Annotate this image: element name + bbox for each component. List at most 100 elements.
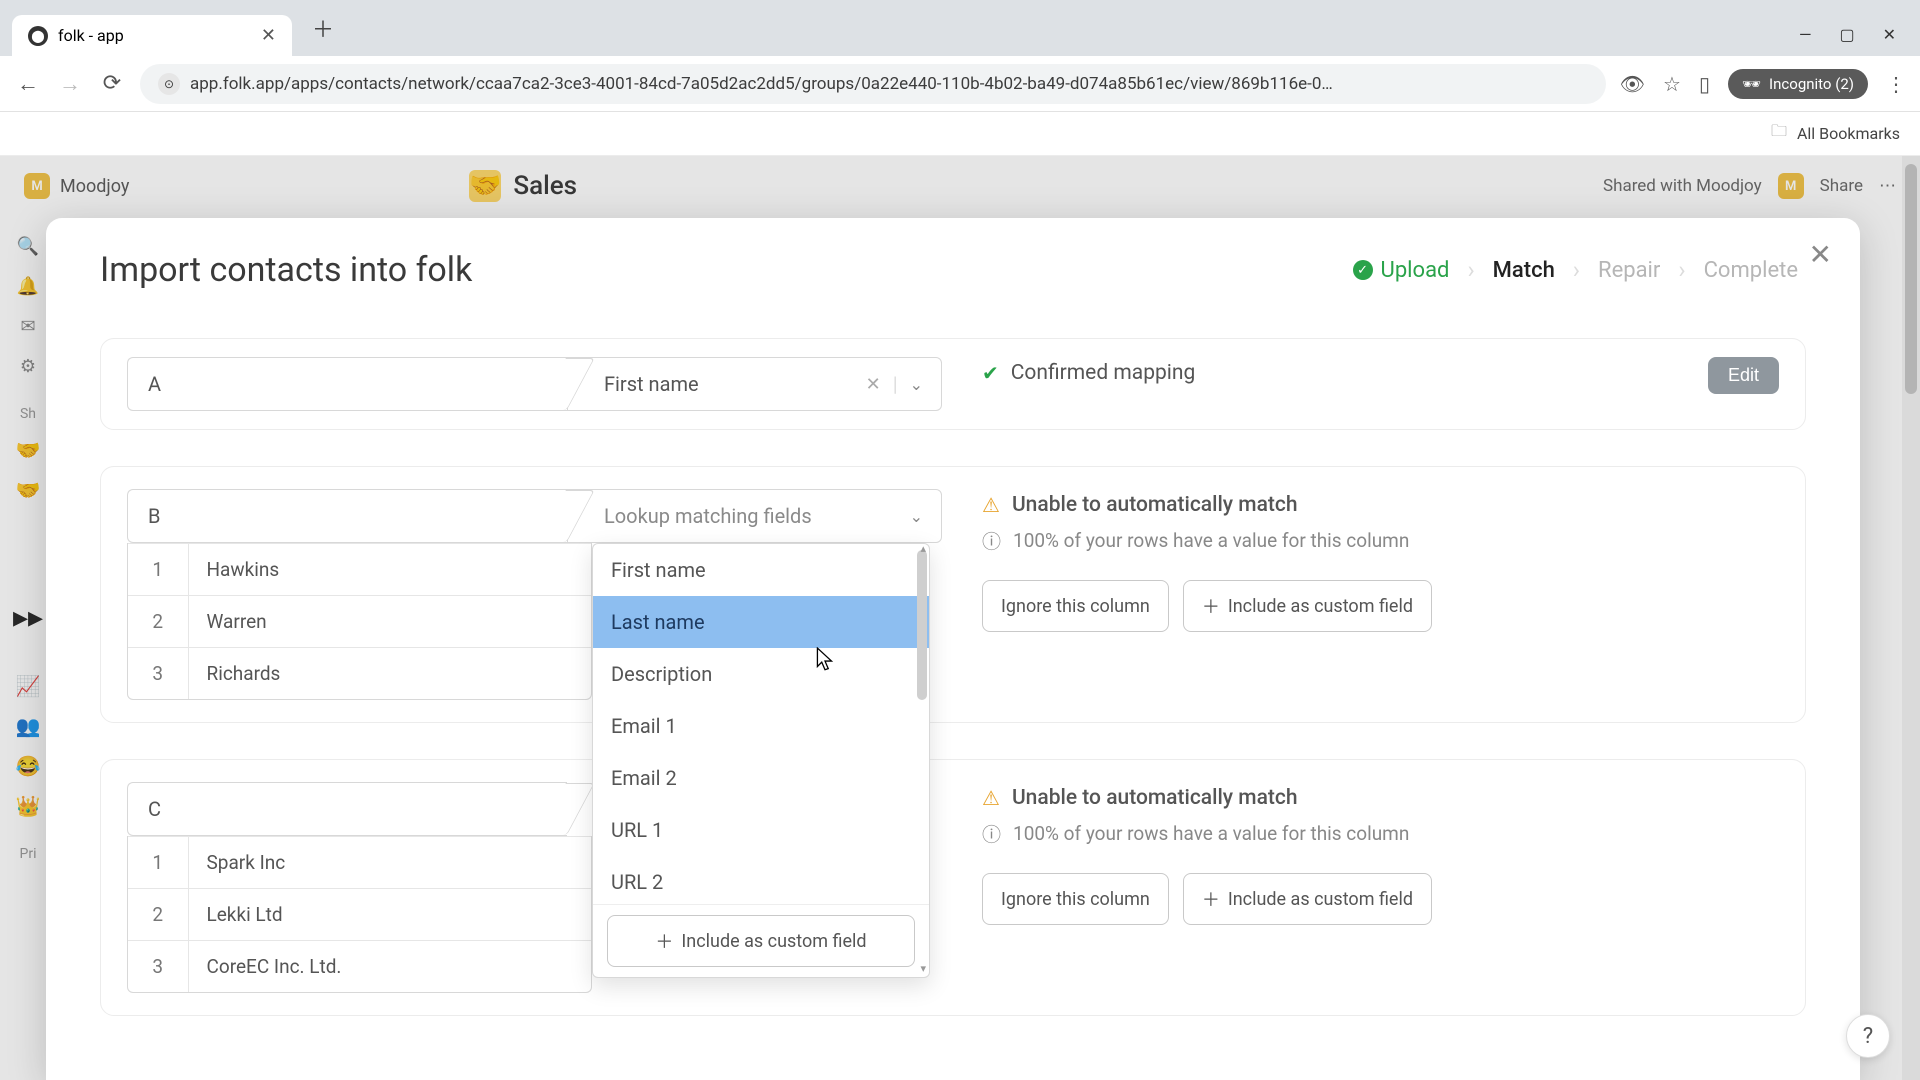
back-button[interactable]: ← bbox=[14, 70, 42, 98]
reader-icon[interactable]: ▯ bbox=[1699, 72, 1710, 96]
close-tab-icon[interactable]: ✕ bbox=[261, 25, 276, 46]
hide-extension-icon[interactable]: 👁 bbox=[1620, 72, 1645, 96]
import-modal: ✕ Import contacts into folk ✓ Upload › M… bbox=[46, 218, 1860, 1080]
incognito-icon: 🕶 bbox=[1742, 75, 1761, 93]
check-circle-icon: ✔ bbox=[982, 361, 999, 385]
maximize-icon[interactable]: ▢ bbox=[1839, 25, 1854, 44]
step-repair: Repair bbox=[1590, 254, 1668, 287]
window-controls: — ▢ ✕ bbox=[1799, 25, 1908, 56]
row-number: 3 bbox=[128, 941, 188, 993]
column-letter-C: C bbox=[127, 782, 567, 836]
tab-title: folk - app bbox=[58, 26, 124, 45]
include-custom-label-C: Include as custom field bbox=[1228, 889, 1413, 910]
browser-toolbar: ← → ⟳ ⊙ app.folk.app/apps/contacts/netwo… bbox=[0, 56, 1920, 112]
unable-match-warning-C: ⚠ Unable to automatically match bbox=[982, 786, 1779, 810]
chevron-down-icon[interactable]: ⌄ bbox=[910, 507, 923, 526]
row-number: 1 bbox=[128, 544, 188, 596]
tab-favicon: ⬤ bbox=[28, 26, 48, 46]
rows-info-text: 100% of your rows have a value for this … bbox=[1013, 529, 1409, 552]
column-letter-B: B bbox=[127, 489, 567, 543]
row-number: 2 bbox=[128, 596, 188, 648]
dropdown-option-email-2[interactable]: Email 2 bbox=[593, 752, 929, 804]
rows-info: ⓘ 100% of your rows have a value for thi… bbox=[982, 527, 1779, 554]
browser-tab-strip: ⬤ folk - app ✕ ＋ — ▢ ✕ bbox=[0, 0, 1920, 56]
include-custom-button-C[interactable]: ＋ Include as custom field bbox=[1183, 873, 1432, 925]
minimize-icon[interactable]: — bbox=[1799, 25, 1812, 44]
site-info-icon[interactable]: ⊙ bbox=[158, 73, 180, 95]
row-value: Hawkins bbox=[188, 544, 591, 596]
step-match: Match bbox=[1485, 254, 1563, 287]
row-value: Warren bbox=[188, 596, 591, 648]
chevron-down-icon[interactable]: ⌄ bbox=[910, 375, 923, 394]
clear-mapping-icon[interactable]: ✕ bbox=[866, 374, 881, 395]
rows-info-C: ⓘ 100% of your rows have a value for thi… bbox=[982, 820, 1779, 847]
incognito-badge[interactable]: 🕶 Incognito (2) bbox=[1728, 69, 1868, 99]
row-value: CoreEC Inc. Ltd. bbox=[188, 941, 591, 993]
plus-icon: ＋ bbox=[1202, 593, 1220, 619]
edit-mapping-button[interactable]: Edit bbox=[1708, 357, 1779, 394]
column-letter-A: A bbox=[127, 357, 567, 411]
include-custom-button-B[interactable]: ＋ Include as custom field bbox=[1183, 580, 1432, 632]
chevron-right-icon: › bbox=[1573, 256, 1580, 284]
dropdown-option-first-name[interactable]: First name bbox=[593, 544, 929, 596]
step-upload: ✓ Upload bbox=[1345, 254, 1458, 287]
column-B-mapping-select[interactable]: Lookup matching fields ⌄ bbox=[567, 489, 942, 543]
confirmed-text: Confirmed mapping bbox=[1011, 361, 1196, 385]
dropdown-option-url-2[interactable]: URL 2 bbox=[593, 856, 929, 904]
unable-match-warning: ⚠ Unable to automatically match bbox=[982, 493, 1779, 517]
browser-tab[interactable]: ⬤ folk - app ✕ bbox=[12, 15, 292, 56]
row-number: 3 bbox=[128, 648, 188, 700]
warning-text: Unable to automatically match bbox=[1012, 493, 1298, 517]
ignore-column-button-C[interactable]: Ignore this column bbox=[982, 873, 1169, 925]
step-upload-label: Upload bbox=[1381, 258, 1450, 283]
row-value: Richards bbox=[188, 648, 591, 700]
url-bar[interactable]: ⊙ app.folk.app/apps/contacts/network/cca… bbox=[140, 64, 1606, 104]
stepper: ✓ Upload › Match › Repair › Complete bbox=[1345, 254, 1806, 287]
dropdown-option-email-1[interactable]: Email 1 bbox=[593, 700, 929, 752]
table-row: 1Spark Inc bbox=[128, 837, 591, 889]
dropdown-option-last-name[interactable]: Last name bbox=[593, 596, 929, 648]
bookmarks-folder-icon[interactable]: 🗀 bbox=[1771, 120, 1787, 147]
column-card-C: C hidden 1Spark Inc 2Lekki Ltd 3CoreEC I… bbox=[100, 759, 1806, 1016]
step-complete: Complete bbox=[1696, 254, 1806, 287]
url-text: app.folk.app/apps/contacts/network/ccaa7… bbox=[190, 74, 1333, 94]
include-custom-label: Include as custom field bbox=[681, 931, 866, 952]
column-A-mapping-select[interactable]: First name ✕ | ⌄ bbox=[567, 357, 942, 411]
warning-icon: ⚠ bbox=[982, 786, 1000, 810]
help-button[interactable]: ? bbox=[1846, 1014, 1890, 1058]
warning-icon: ⚠ bbox=[982, 493, 1000, 517]
table-row: 3Richards bbox=[128, 648, 591, 700]
new-tab-button[interactable]: ＋ bbox=[302, 6, 344, 50]
all-bookmarks-label[interactable]: All Bookmarks bbox=[1797, 124, 1900, 143]
dropdown-scrollbar[interactable] bbox=[917, 550, 927, 700]
column-card-A: A First name ✕ | ⌄ ✔ Confirmed mapping E… bbox=[100, 338, 1806, 430]
modal-title: Import contacts into folk bbox=[100, 250, 472, 290]
incognito-label: Incognito (2) bbox=[1769, 75, 1854, 93]
scroll-up-icon[interactable]: ▴ bbox=[920, 544, 926, 555]
plus-icon: ＋ bbox=[1202, 886, 1220, 912]
column-B-preview: 1Hawkins 2Warren 3Richards bbox=[127, 543, 592, 700]
chevron-right-icon: › bbox=[1467, 256, 1474, 284]
chevron-right-icon: › bbox=[1678, 256, 1685, 284]
browser-menu-icon[interactable]: ⋮ bbox=[1886, 72, 1906, 96]
ignore-column-button-B[interactable]: Ignore this column bbox=[982, 580, 1169, 632]
mapping-value: First name bbox=[604, 372, 854, 396]
table-row: 1Hawkins bbox=[128, 544, 591, 596]
include-custom-label: Include as custom field bbox=[1228, 596, 1413, 617]
close-window-icon[interactable]: ✕ bbox=[1883, 25, 1896, 44]
dropdown-option-url-1[interactable]: URL 1 bbox=[593, 804, 929, 856]
dropdown-include-custom-button[interactable]: ＋ Include as custom field bbox=[607, 915, 915, 967]
scroll-down-icon[interactable]: ▾ bbox=[920, 962, 926, 975]
column-card-B: B Lookup matching fields ⌄ 1Hawkins 2War… bbox=[100, 466, 1806, 723]
close-modal-button[interactable]: ✕ bbox=[1809, 238, 1832, 271]
row-number: 2 bbox=[128, 889, 188, 941]
dropdown-option-description[interactable]: Description bbox=[593, 648, 929, 700]
row-value: Spark Inc bbox=[188, 837, 591, 889]
column-C-preview: 1Spark Inc 2Lekki Ltd 3CoreEC Inc. Ltd. bbox=[127, 836, 592, 993]
forward-button[interactable]: → bbox=[56, 70, 84, 98]
check-icon: ✓ bbox=[1353, 260, 1373, 280]
row-value: Lekki Ltd bbox=[188, 889, 591, 941]
bookmark-star-icon[interactable]: ☆ bbox=[1663, 72, 1681, 96]
table-row: 3CoreEC Inc. Ltd. bbox=[128, 941, 591, 993]
reload-button[interactable]: ⟳ bbox=[98, 70, 126, 98]
